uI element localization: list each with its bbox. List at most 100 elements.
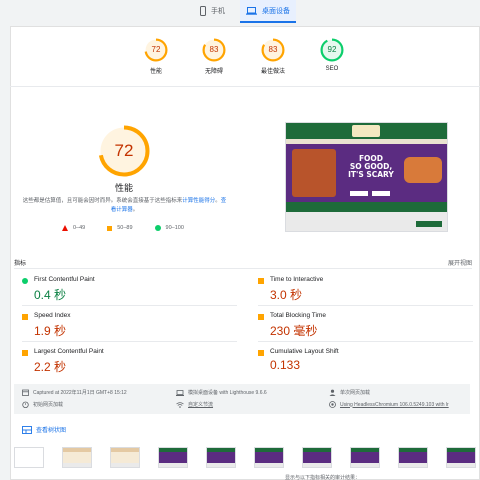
filmstrip-frame [254, 447, 284, 468]
tab-desktop-label: 桌面设备 [262, 7, 290, 15]
browser-link[interactable]: Using HeadlessChromium 106.0.5249.103 wi… [340, 402, 449, 408]
gauge-score: 92 [327, 45, 337, 54]
gauge-seo[interactable]: 92 SEO [307, 38, 357, 72]
hero-button [350, 191, 368, 196]
metric-value: 0.4 秒 [34, 288, 67, 302]
metric-cls: Cumulative Layout Shift 0.133 [258, 344, 473, 378]
average-square-icon [258, 314, 264, 320]
bowl-image [404, 157, 442, 183]
score-legend: 0–49 50–89 90–100 [62, 225, 184, 231]
throttling-link[interactable]: 自定义节流 [188, 401, 213, 408]
run-info-row: 初始网页加载 自定义节流 Using HeadlessChromium 106.… [14, 401, 470, 412]
gauge-score: 72 [151, 45, 161, 54]
hero-button [372, 191, 390, 196]
tab-mobile[interactable]: 手机 [200, 0, 225, 22]
gauge-label: 无障碍 [204, 69, 223, 75]
filmstrip-frame [302, 447, 332, 468]
tab-mobile-label: 手机 [211, 8, 225, 15]
triangle-icon [62, 225, 68, 231]
headline-line: IT'S SCARY [348, 170, 394, 179]
metric-value: 230 毫秒 [270, 324, 318, 338]
captured-text: Captured at 2022年11月1日 GMT+8 15:12 [33, 390, 127, 396]
calc-score-link[interactable]: 计算性能得分 [182, 198, 215, 204]
gauge-performance[interactable]: 72 性能 [131, 38, 181, 75]
metric-tbt: Total Blocking Time 230 毫秒 [258, 308, 473, 342]
legend-average: 50–89 [107, 225, 133, 231]
square-icon [107, 225, 113, 231]
metric-name: Largest Contentful Paint [34, 348, 104, 355]
expand-view-toggle[interactable]: 展开视图 [448, 258, 472, 267]
metric-lcp: Largest Contentful Paint 2.2 秒 [22, 344, 237, 378]
metric-value: 3.0 秒 [270, 288, 303, 302]
performance-gauge: 72 [98, 125, 150, 177]
initial-load-text: 初始网页加载 [33, 402, 64, 408]
metric-value: 2.2 秒 [34, 360, 67, 374]
gauge-score: 83 [209, 45, 219, 54]
average-square-icon [258, 278, 264, 284]
emulation-text: 模拟桌面设备 with Lighthouse 9.6.6 [188, 390, 267, 396]
legend-average-label: 50–89 [117, 225, 133, 231]
metric-name: Speed Index [34, 312, 71, 319]
description-text: 这些都是估算值，且可能会因时而异。系统会直接基于这些指标来 [22, 198, 183, 204]
timer-icon [22, 401, 29, 408]
legend-fail: 0–49 [62, 225, 85, 231]
hero-headline: FOOD SO GOOD, IT'S SCARY [342, 155, 400, 179]
filmstrip-frame [110, 447, 140, 468]
metrics-header: 指标 展开视图 [14, 258, 472, 267]
gauge-accessibility[interactable]: 83 无障碍 [189, 38, 239, 75]
view-treemap-button[interactable]: 查看树状图 [18, 422, 70, 437]
divider [22, 305, 237, 306]
throttling-info: 自定义节流 [176, 401, 213, 408]
treemap-label: 查看树状图 [36, 428, 67, 434]
performance-title: 性能 [114, 183, 133, 193]
category-gauges: 72 性能 83 无障碍 83 最佳做法 92 SEO [0, 38, 480, 78]
wifi-icon [176, 401, 184, 408]
description-text: 。 [132, 207, 139, 213]
gauge-label: 最佳做法 [260, 69, 285, 75]
footer-button [416, 221, 442, 227]
metric-fcp: First Contentful Paint 0.4 秒 [22, 272, 237, 306]
divider [258, 341, 473, 342]
filmstrip-frame [62, 447, 92, 468]
device-tabs: 手机 桌面设备 [0, 0, 480, 24]
metric-value: 1.9 秒 [34, 324, 67, 338]
pass-circle-icon [22, 278, 28, 284]
tab-desktop[interactable]: 桌面设备 [240, 0, 296, 23]
divider [22, 341, 237, 342]
divider [14, 268, 472, 269]
run-info-row: Captured at 2022年11月1日 GMT+8 15:12 模拟桌面设… [14, 389, 470, 400]
captured-info: Captured at 2022年11月1日 GMT+8 15:12 [22, 389, 127, 396]
metrics-title: 指标 [14, 261, 27, 267]
metric-name: Time to Interactive [270, 276, 324, 283]
site-logo [352, 125, 380, 137]
gauge-best-practices[interactable]: 83 最佳做法 [248, 38, 298, 75]
final-screenshot[interactable]: FOOD SO GOOD, IT'S SCARY [285, 122, 448, 232]
average-square-icon [22, 350, 28, 356]
metric-tti: Time to Interactive 3.0 秒 [258, 272, 473, 306]
phone-icon [200, 6, 206, 16]
filmstrip [14, 447, 476, 471]
person-icon [329, 389, 336, 396]
metric-name: First Contentful Paint [34, 276, 95, 283]
filmstrip-frame [206, 447, 236, 468]
circle-icon [154, 225, 161, 231]
filmstrip-frame [14, 447, 44, 468]
shield-icon [329, 401, 336, 408]
average-square-icon [258, 350, 264, 356]
legend-pass-label: 90–100 [165, 225, 184, 231]
laptop-icon [176, 389, 184, 396]
emulation-info: 模拟桌面设备 with Lighthouse 9.6.6 [176, 389, 267, 396]
legend-fail-label: 0–49 [73, 225, 86, 231]
gauge-score: 83 [268, 45, 278, 54]
food-image [292, 149, 336, 197]
filmstrip-frame [446, 447, 476, 468]
performance-description: 这些都是估算值，且可能会因时而异。系统会直接基于这些指标来计算性能得分。查看计算… [22, 197, 227, 215]
site-strip [286, 202, 447, 212]
average-square-icon [22, 314, 28, 320]
filmstrip-frame [350, 447, 380, 468]
gauge-label: SEO [325, 66, 339, 72]
run-info-panel: Captured at 2022年11月1日 GMT+8 15:12 模拟桌面设… [14, 384, 470, 414]
gauge-label: 性能 [149, 69, 162, 75]
divider [10, 86, 480, 87]
treemap-icon [22, 425, 32, 434]
